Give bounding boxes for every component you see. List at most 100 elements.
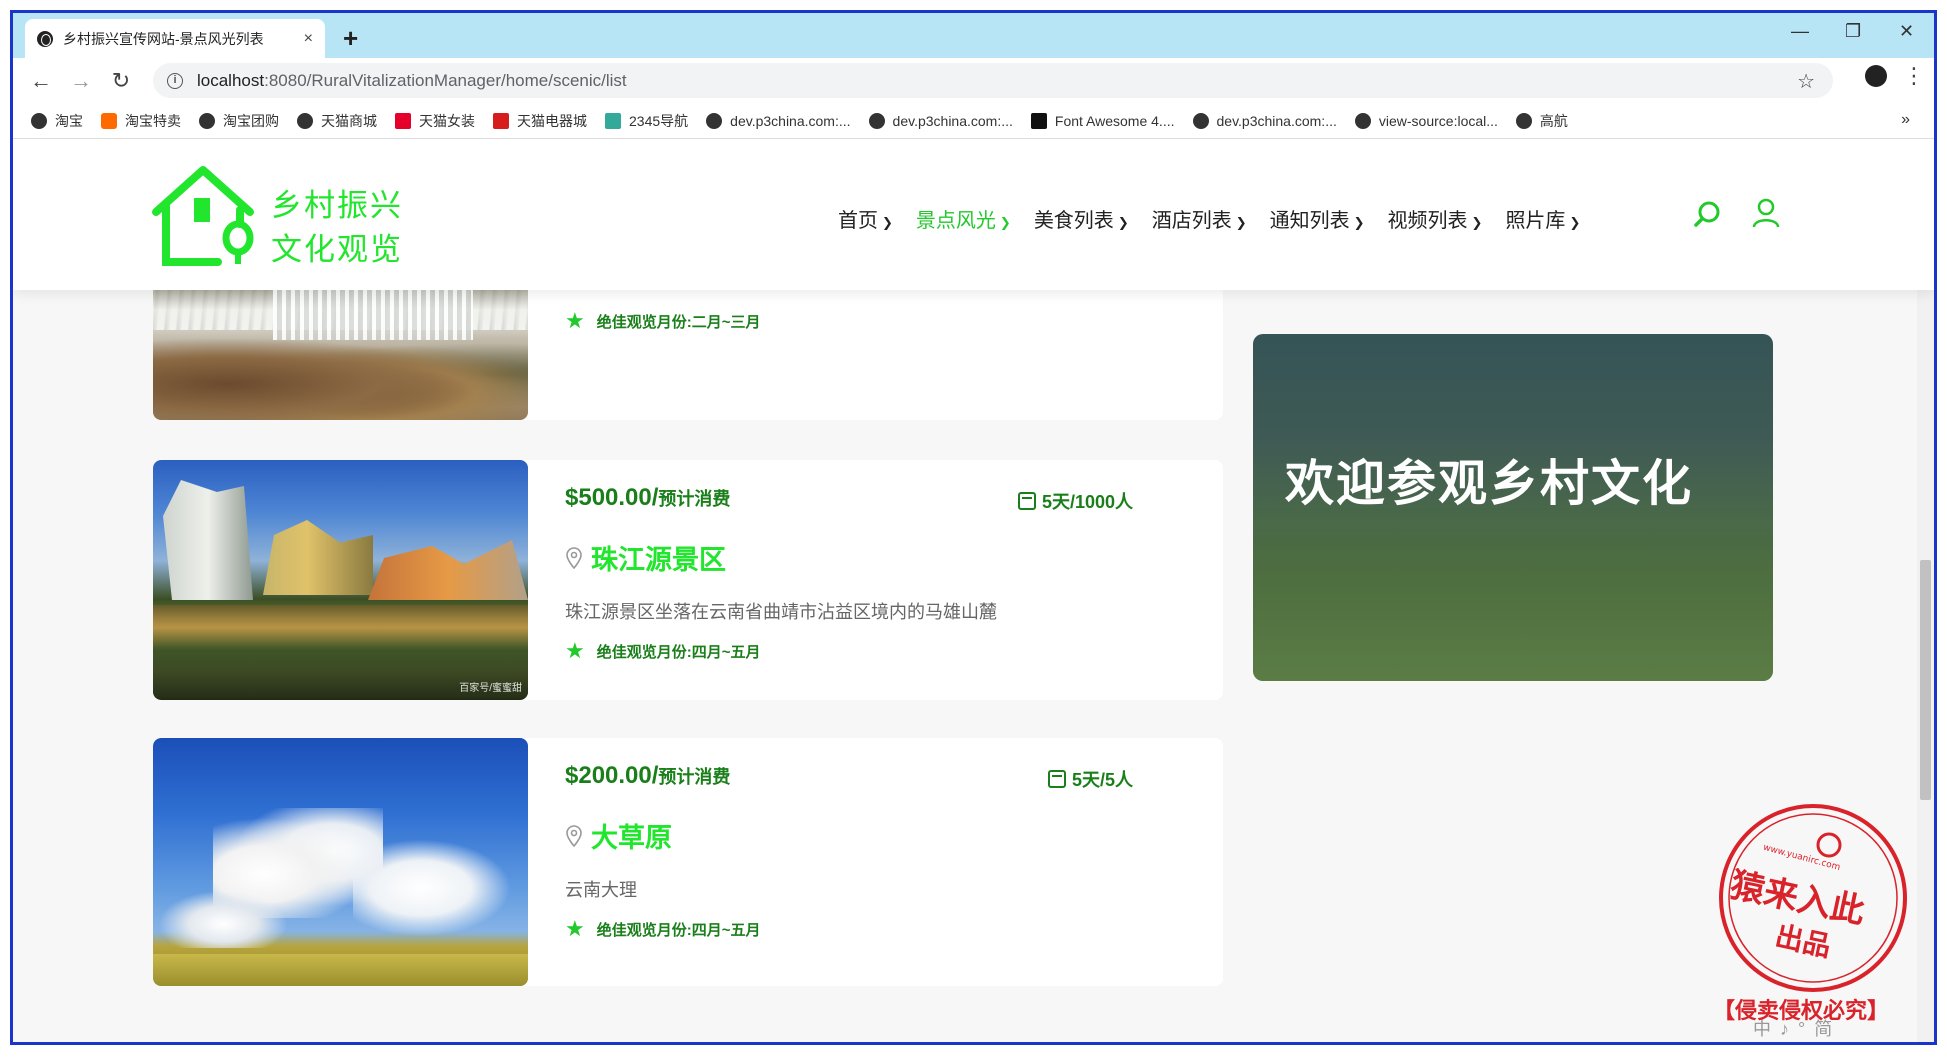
page-viewport: 乡村振兴 文化观览 首页 ❯ 景点风光 ❯ 美食列表 ❯ 酒店列表 ❯ 通知列表 ❯ 视频… [13, 140, 1934, 1042]
chevron-down-icon: ❯ [1235, 215, 1247, 230]
price: $200.00/预计消费 [565, 762, 731, 789]
nav-item-photos[interactable]: 照片库 ❯ [1505, 204, 1580, 233]
globe-icon [199, 112, 215, 129]
nav-item-scenic[interactable]: 景点风光 ❯ [916, 204, 1011, 233]
forward-icon[interactable]: → [61, 68, 101, 94]
active-tab[interactable]: 乡村振兴宣传网站-景点风光列表 × [25, 19, 325, 58]
window-close-icon[interactable]: ✕ [1899, 21, 1914, 42]
back-icon[interactable]: ← [21, 68, 61, 94]
bookmarks-more-button[interactable]: » [1901, 111, 1910, 129]
map-pin-icon [566, 824, 582, 847]
scenic-title[interactable]: 珠江源景区 [565, 538, 726, 577]
tmall-icon [395, 112, 411, 129]
bookmark-item[interactable]: 淘宝特卖 [101, 111, 181, 131]
bookmark-item[interactable]: 2345导航 [605, 111, 688, 131]
bookmark-item[interactable]: 天猫电器城 [493, 111, 587, 131]
site-header: 乡村振兴 文化观览 首页 ❯ 景点风光 ❯ 美食列表 ❯ 酒店列表 ❯ 通知列表 ❯ 视频… [13, 140, 1934, 290]
scenic-desc: 云南大理 [565, 880, 637, 900]
best-month: ★ 绝佳观览月份:二月~三月 [565, 308, 761, 333]
bookmark-star-icon[interactable]: ☆ [1797, 69, 1815, 94]
globe-icon [31, 112, 47, 129]
bookmark-item[interactable]: Font Awesome 4.... [1030, 112, 1175, 129]
bookmark-item[interactable]: 高航 [1515, 111, 1568, 131]
nav-item-notices[interactable]: 通知列表 ❯ [1270, 204, 1365, 233]
scenic-card[interactable]: $200.00/预计消费 5天/5人 大草原 云南大理 ★ 绝佳观览月份:四月~五… [153, 738, 1223, 986]
scrollbar-thumb[interactable] [1920, 560, 1931, 800]
star-icon: ★ [565, 638, 585, 663]
watermark-stamp: www.yuanirc.com 猿来入此 出品 【侵卖侵权必究】 [1713, 804, 1907, 1023]
chevron-down-icon: ❯ [1471, 215, 1483, 230]
browser-toolbar: ← → ↻ i localhost:8080/RuralVitalization… [13, 58, 1934, 103]
tab-title: 乡村振兴宣传网站-景点风光列表 [63, 30, 264, 47]
map-pin-icon [566, 546, 582, 569]
chevron-down-icon: ❯ [1353, 215, 1365, 230]
bookmark-item[interactable]: 天猫商城 [297, 111, 377, 131]
calendar-icon [1047, 770, 1066, 788]
bookmark-item[interactable]: view-source:local... [1354, 112, 1498, 129]
ime-status: 中 ♪ ° 简 [1753, 1019, 1835, 1039]
globe-icon [1192, 112, 1209, 129]
best-month: ★ 绝佳观览月份:四月~五月 [565, 638, 761, 663]
account-icon[interactable] [1865, 65, 1887, 87]
flag-icon [1030, 112, 1047, 129]
star-icon: ★ [565, 916, 585, 941]
chevron-down-icon: ❯ [1117, 215, 1129, 230]
welcome-banner[interactable]: 欢迎参观乡村文化 [1253, 334, 1773, 681]
calendar-icon [1017, 492, 1036, 510]
photo-credit: 百家号/蜜蜜甜 [459, 683, 522, 694]
star-icon: ★ [565, 308, 585, 333]
site-info-icon[interactable]: i [167, 72, 183, 89]
restore-icon[interactable]: ❐ [1845, 21, 1861, 42]
bookmark-item[interactable]: 天猫女装 [395, 111, 475, 131]
tab-close-button[interactable]: × [304, 30, 313, 48]
globe-icon [868, 112, 885, 129]
bookmark-item[interactable]: 淘宝团购 [199, 111, 279, 131]
globe-icon [1515, 112, 1532, 129]
house-logo-icon[interactable] [148, 164, 258, 268]
menu-kebab-icon[interactable]: ⋮ [1903, 63, 1925, 89]
bookmark-item[interactable]: dev.p3china.com:... [706, 112, 851, 129]
nav-item-home[interactable]: 首页 ❯ [838, 204, 893, 233]
duration: 5天/1000人 [1017, 488, 1133, 514]
scenic-desc: 珠江源景区坐落在云南省曲靖市沾益区境内的马雄山麓 [565, 602, 997, 622]
chevron-down-icon: ❯ [999, 215, 1011, 230]
bookmark-item[interactable]: 淘宝 [31, 111, 83, 131]
globe-icon [37, 30, 53, 47]
chevron-down-icon: ❯ [882, 215, 893, 230]
globe-icon [297, 112, 313, 129]
svg-text:www.yuanirc.com: www.yuanirc.com [1762, 843, 1841, 873]
tab-strip: 乡村振兴宣传网站-景点风光列表 × + — ❐ ✕ [13, 13, 1934, 58]
reload-icon[interactable]: ↻ [101, 68, 141, 94]
duration: 5天/5人 [1047, 766, 1133, 792]
bookmarks-bar: 淘宝 淘宝特卖 淘宝团购 天猫商城 天猫女装 天猫电器城 2345导航 dev.… [13, 103, 1934, 139]
nav-item-videos[interactable]: 视频列表 ❯ [1388, 204, 1483, 233]
address-bar[interactable]: i localhost:8080/RuralVitalizationManage… [153, 63, 1833, 98]
chevron-down-icon: ❯ [1569, 215, 1581, 230]
minimize-icon[interactable]: — [1791, 21, 1809, 42]
url-text[interactable]: localhost:8080/RuralVitalizationManager/… [197, 71, 627, 91]
grassland-photo[interactable] [153, 738, 528, 986]
new-tab-button[interactable]: + [343, 23, 358, 54]
best-month: ★ 绝佳观览月份:四月~五月 [565, 916, 761, 941]
globe-icon [706, 112, 723, 129]
price: $500.00/预计消费 [565, 484, 731, 511]
bookmark-item[interactable]: dev.p3china.com:... [1192, 112, 1337, 129]
2345-icon [605, 112, 621, 129]
globe-icon [1354, 112, 1371, 129]
search-icon[interactable] [1693, 200, 1721, 228]
site-logo-text[interactable]: 乡村振兴 文化观览 [271, 184, 403, 272]
svg-text:出品: 出品 [1772, 919, 1834, 963]
svg-text:猿来入此: 猿来入此 [1727, 865, 1868, 932]
banner-title: 欢迎参观乡村文化 [1285, 457, 1694, 511]
nav-item-food[interactable]: 美食列表 ❯ [1034, 204, 1129, 233]
zhujiangyuan-photo[interactable]: 百家号/蜜蜜甜 [153, 460, 528, 700]
main-nav: 首页 ❯ 景点风光 ❯ 美食列表 ❯ 酒店列表 ❯ 通知列表 ❯ 视频列表 ❯ 照片库 ❯ [838, 204, 1603, 233]
bookmark-item[interactable]: dev.p3china.com:... [868, 112, 1013, 129]
scenic-title[interactable]: 大草原 [565, 816, 672, 855]
jd-icon [493, 112, 509, 129]
taobao-icon [101, 112, 117, 129]
nav-item-hotels[interactable]: 酒店列表 ❯ [1152, 204, 1247, 233]
browser-window: 乡村振兴宣传网站-景点风光列表 × + — ❐ ✕ ← → ↻ i localh… [10, 10, 1937, 1045]
user-icon[interactable] [1751, 198, 1781, 228]
scenic-card[interactable]: 百家号/蜜蜜甜 $500.00/预计消费 5天/1000人 珠江源景区 珠江源景… [153, 460, 1223, 700]
